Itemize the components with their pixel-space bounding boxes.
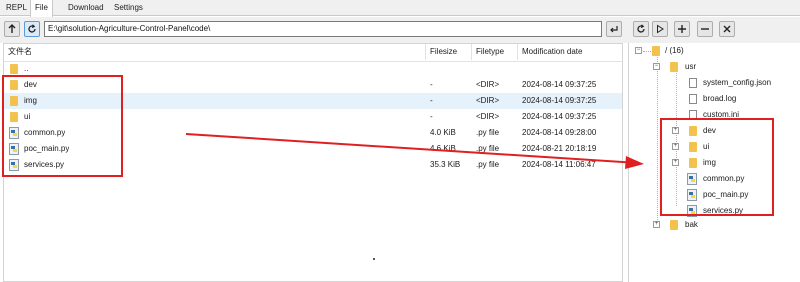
file-type: <DIR> xyxy=(476,96,500,105)
run-button[interactable] xyxy=(652,21,668,37)
folder-icon xyxy=(670,62,678,72)
refresh-icon xyxy=(637,24,645,33)
file-size: - xyxy=(430,80,433,89)
tree-node-label: usr xyxy=(685,62,697,71)
col-header-name[interactable]: 文件名 xyxy=(4,44,426,60)
file-date: 2024-08-14 11:06:47 xyxy=(522,160,596,169)
tab-repl[interactable]: REPL xyxy=(2,0,31,16)
enter-button[interactable] xyxy=(606,21,622,37)
file-date: 2024-08-21 20:18:19 xyxy=(522,144,597,153)
col-header-filesize[interactable]: Filesize xyxy=(426,44,472,60)
col-header-modification-date[interactable]: Modification date xyxy=(518,44,622,60)
file-date: 2024-08-14 09:37:25 xyxy=(522,96,597,105)
file-type: <DIR> xyxy=(476,80,500,89)
file-date: 2024-08-14 09:37:25 xyxy=(522,112,597,121)
tree-node-label: / (16) xyxy=(665,46,684,55)
minus-icon xyxy=(701,28,709,30)
up-button[interactable] xyxy=(4,21,20,37)
file-icon xyxy=(689,78,697,88)
tree-node-label: broad.log xyxy=(703,94,737,103)
refresh-icon xyxy=(28,24,36,33)
col-header-filetype[interactable]: Filetype xyxy=(472,44,518,60)
file-size: - xyxy=(430,96,433,105)
collapse-icon[interactable]: − xyxy=(635,47,642,54)
tab-file[interactable]: File xyxy=(30,0,53,17)
plus-icon xyxy=(678,25,686,33)
folder-icon xyxy=(670,220,678,230)
path-input[interactable]: E:\git\solution-Agriculture-Control-Pane… xyxy=(44,21,602,37)
expand-icon[interactable]: + xyxy=(653,221,660,228)
annotation-box-right xyxy=(660,118,774,216)
file-type: <DIR> xyxy=(476,112,500,121)
close-button[interactable] xyxy=(719,21,735,37)
stray-dot xyxy=(373,258,375,260)
add-button[interactable] xyxy=(674,21,690,37)
collapse-icon[interactable]: − xyxy=(653,63,660,70)
tree-guide-line xyxy=(657,57,658,224)
file-size: 4.0 KiB xyxy=(430,128,456,137)
file-type: .py file xyxy=(476,160,500,169)
file-date: 2024-08-14 09:28:00 xyxy=(522,128,597,137)
refresh-right-button[interactable] xyxy=(633,21,649,37)
file-icon xyxy=(689,94,697,104)
file-type: .py file xyxy=(476,144,500,153)
file-size: 4.6 KiB xyxy=(430,144,456,153)
tree-guide-line xyxy=(643,51,651,52)
toolbar: E:\git\solution-Agriculture-Control-Pane… xyxy=(0,17,800,43)
file-list-header: 文件名 Filesize Filetype Modification date xyxy=(4,44,622,62)
refresh-left-button[interactable] xyxy=(24,21,40,37)
close-icon xyxy=(723,25,731,33)
file-date: 2024-08-14 09:37:25 xyxy=(522,80,597,89)
tree-node-label: system_config.json xyxy=(703,78,772,87)
play-icon xyxy=(657,24,664,34)
file-type: .py file xyxy=(476,128,500,137)
tree-node-label: bak xyxy=(685,220,698,229)
enter-icon xyxy=(610,26,618,33)
folder-icon xyxy=(10,64,18,74)
tab-settings[interactable]: Settings xyxy=(110,0,147,16)
tab-bar: REPL File Download Settings xyxy=(0,0,800,17)
remove-button[interactable] xyxy=(697,21,713,37)
file-size: - xyxy=(430,112,433,121)
annotation-box-left xyxy=(2,75,123,177)
arrow-up-icon xyxy=(8,24,16,33)
folder-icon xyxy=(652,46,660,56)
tab-download[interactable]: Download xyxy=(64,0,108,16)
file-size: 35.3 KiB xyxy=(430,160,461,169)
